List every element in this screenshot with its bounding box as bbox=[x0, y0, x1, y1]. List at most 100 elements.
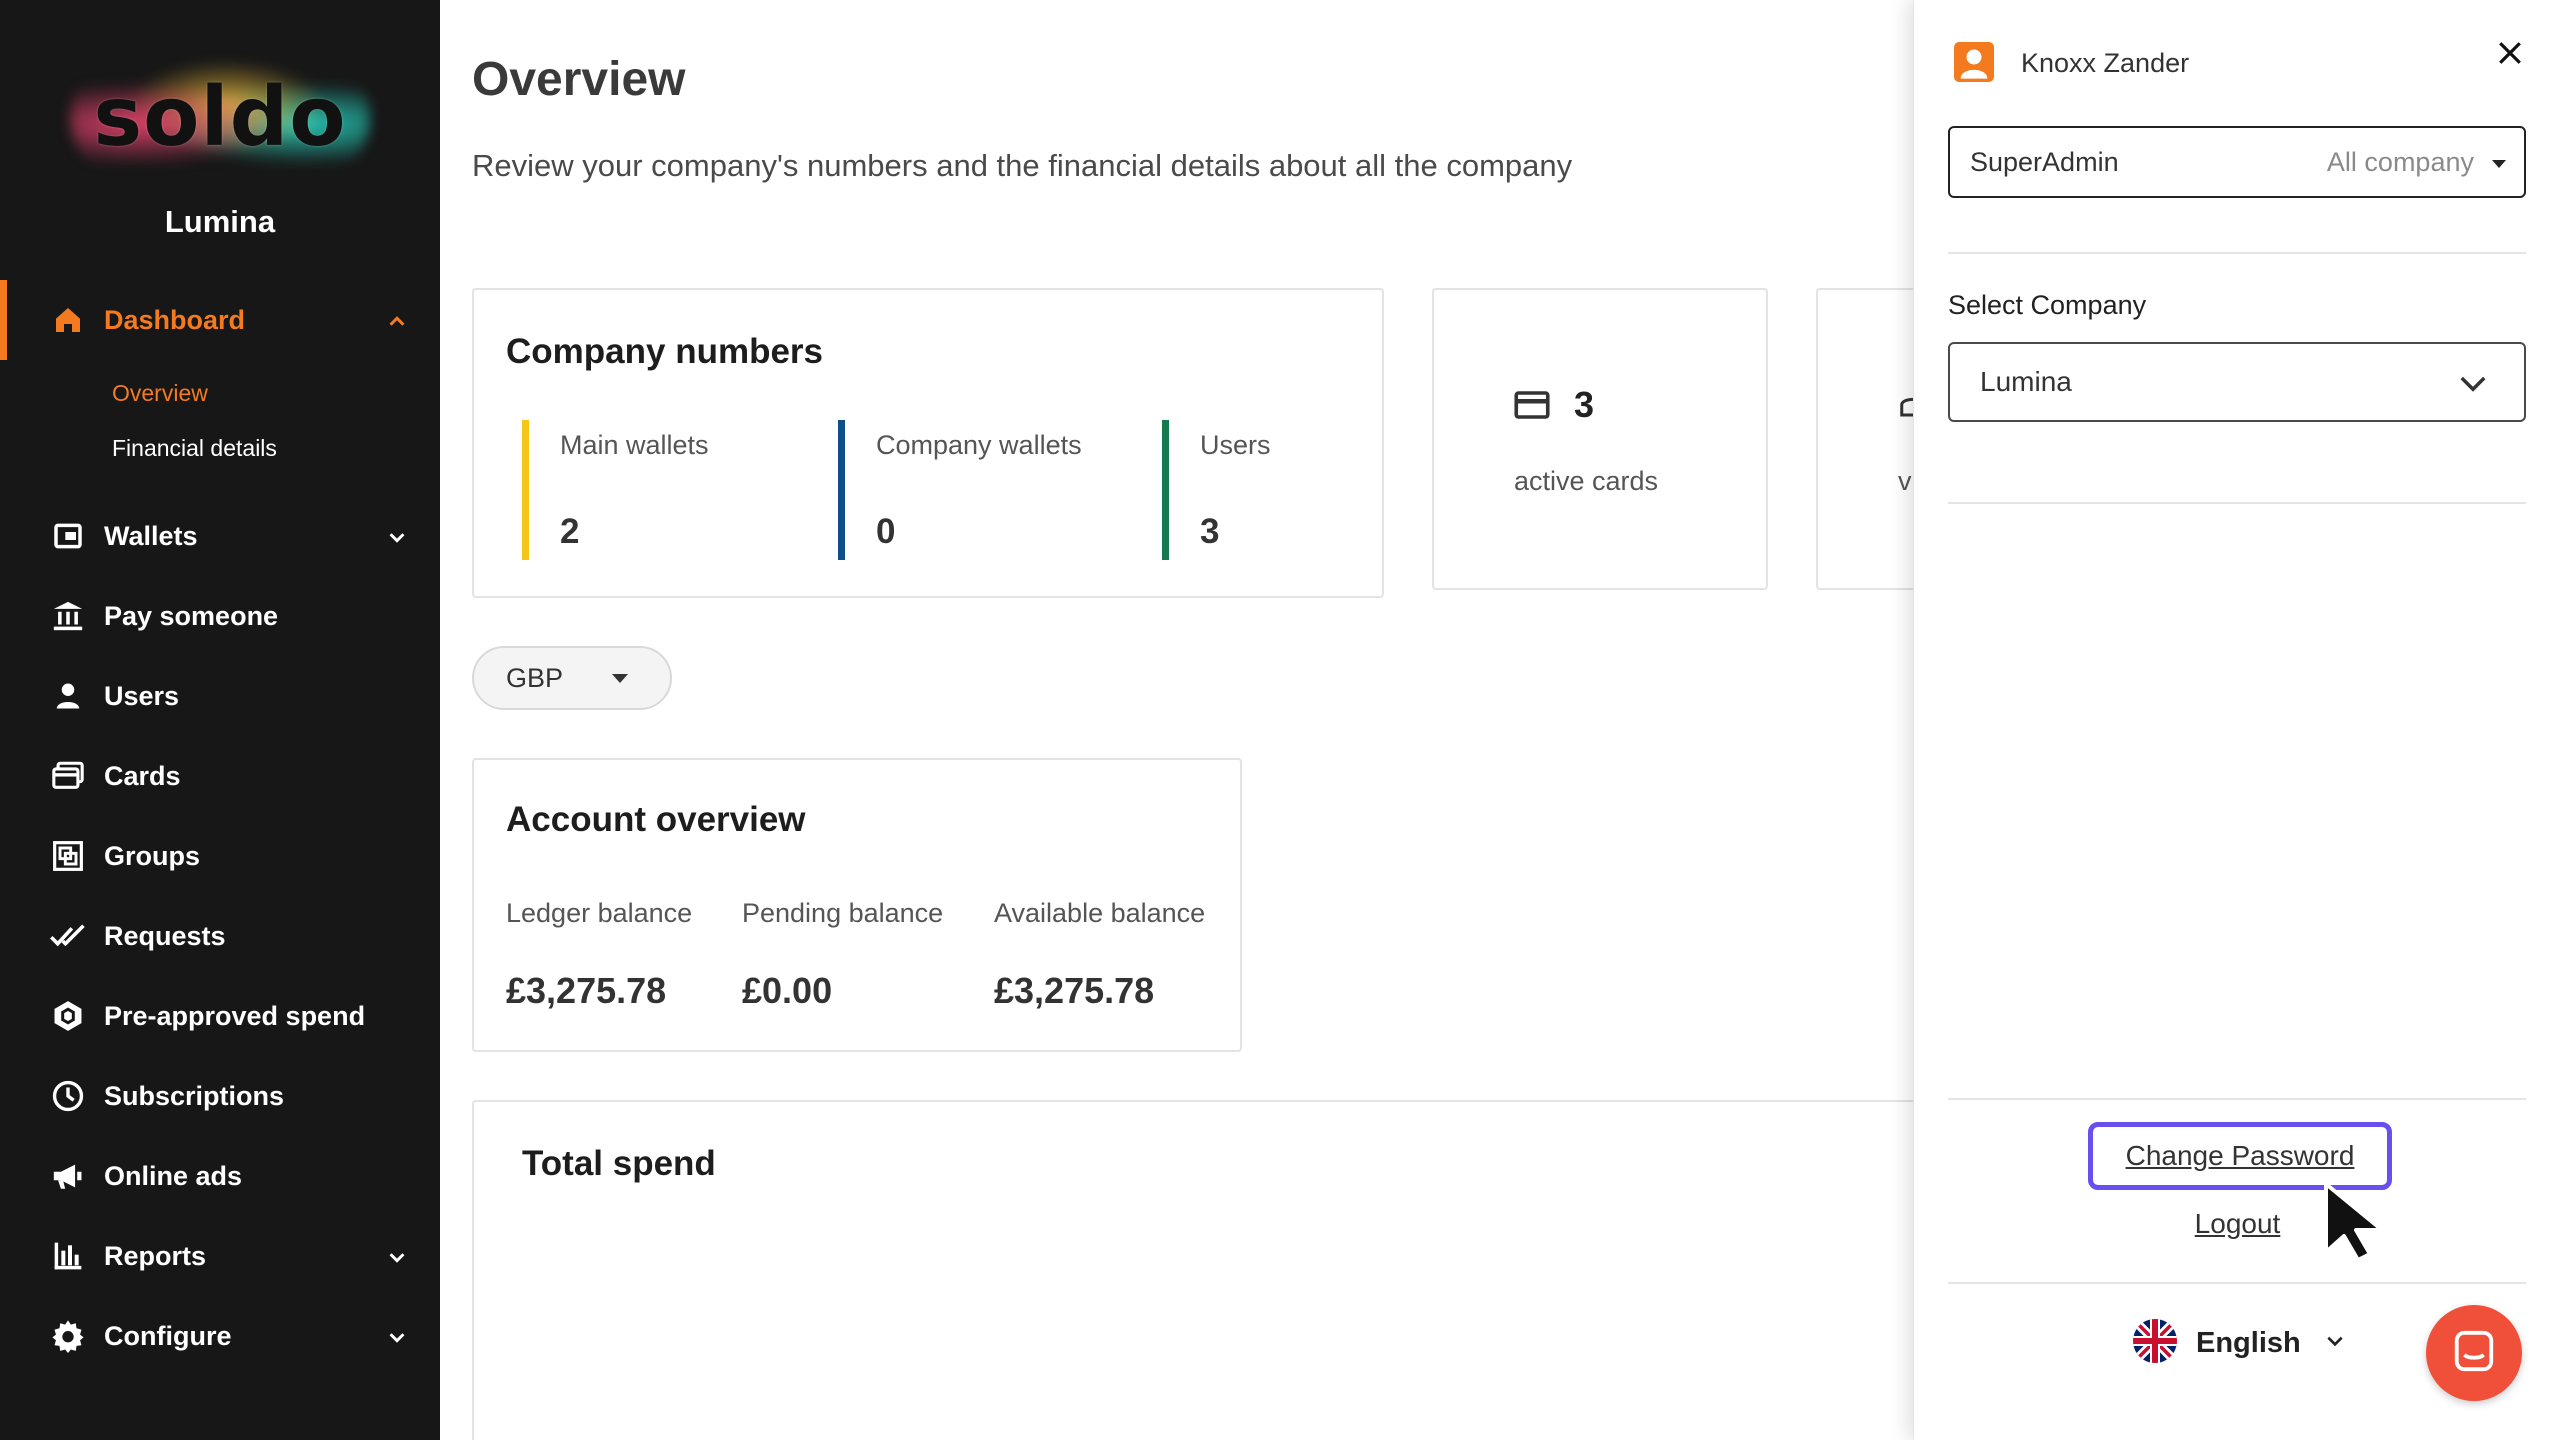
metric-value: 3 bbox=[1200, 512, 1220, 551]
sidebar-item-online-ads[interactable]: Online ads bbox=[48, 1146, 408, 1206]
logout-link[interactable]: Logout bbox=[1914, 1208, 2560, 1240]
card-title: Company numbers bbox=[506, 332, 823, 371]
sidebar-item-label: Wallets bbox=[104, 520, 198, 551]
sidebar-item-label: Cards bbox=[104, 760, 181, 791]
sidebar-item-subscriptions[interactable]: Subscriptions bbox=[48, 1066, 408, 1126]
user-panel: Knoxx Zander SuperAdmin All company Sele… bbox=[1913, 0, 2560, 1440]
user-avatar-icon bbox=[1954, 42, 1994, 82]
user-name: Knoxx Zander bbox=[2021, 48, 2190, 78]
active-cards-count: 3 bbox=[1574, 384, 1595, 425]
gear-icon bbox=[48, 1316, 88, 1356]
sidebar-item-reports[interactable]: Reports bbox=[48, 1226, 408, 1286]
bank-icon bbox=[48, 596, 88, 636]
hexagon-icon bbox=[48, 996, 88, 1036]
sidebar-item-label: Pay someone bbox=[104, 600, 279, 631]
sidebar-item-pre-approved-spend[interactable]: Pre-approved spend bbox=[48, 986, 408, 1046]
divider bbox=[1948, 502, 2526, 504]
currency-select[interactable]: GBP bbox=[472, 646, 672, 710]
chevron-down-icon bbox=[386, 1324, 408, 1355]
active-indicator bbox=[0, 280, 7, 360]
sidebar-item-users[interactable]: Users bbox=[48, 666, 408, 726]
metric-color-bar bbox=[522, 420, 529, 560]
card-title: Account overview bbox=[506, 800, 806, 839]
sidebar-item-wallets[interactable]: Wallets bbox=[48, 506, 408, 566]
chat-icon bbox=[2451, 1328, 2497, 1379]
currency-value: GBP bbox=[506, 662, 564, 693]
uk-flag-icon bbox=[2132, 1318, 2178, 1369]
sidebar-item-configure[interactable]: Configure bbox=[48, 1306, 408, 1366]
caret-down-icon bbox=[2492, 160, 2506, 168]
divider bbox=[1948, 1098, 2526, 1100]
sidebar-item-pay-someone[interactable]: Pay someone bbox=[48, 586, 408, 646]
megaphone-icon bbox=[48, 1156, 88, 1196]
sidebar-item-label: Groups bbox=[104, 840, 201, 871]
groups-icon bbox=[48, 836, 88, 876]
chevron-down-icon bbox=[2458, 372, 2488, 399]
logo-text: soldo bbox=[93, 70, 347, 165]
sidebar-item-label: Online ads bbox=[104, 1160, 243, 1191]
partial-card-label: v bbox=[1898, 466, 1912, 496]
chat-support-button[interactable] bbox=[2426, 1305, 2522, 1401]
company-select-value: Lumina bbox=[1980, 366, 2072, 397]
ledger-balance-value: £3,275.78 bbox=[506, 970, 667, 1011]
sidebar-item-groups[interactable]: Groups bbox=[48, 826, 408, 886]
clock-icon bbox=[48, 1076, 88, 1116]
sidebar-subitem-overview[interactable]: Overview bbox=[112, 380, 208, 407]
bar-chart-icon bbox=[48, 1236, 88, 1276]
role-select[interactable]: SuperAdmin All company bbox=[1948, 126, 2526, 198]
close-icon[interactable] bbox=[2490, 34, 2530, 74]
metric-value: 2 bbox=[560, 512, 580, 551]
sidebar-item-requests[interactable]: Requests bbox=[48, 906, 408, 966]
language-label: English bbox=[2196, 1326, 2301, 1359]
metric-label: Users bbox=[1200, 430, 1271, 460]
company-name: Lumina bbox=[164, 204, 276, 239]
active-cards-card[interactable]: 3 active cards bbox=[1432, 288, 1768, 590]
sidebar-item-label: Reports bbox=[104, 1240, 207, 1271]
metric-company-wallets[interactable]: Company wallets 0 bbox=[838, 420, 1138, 560]
metric-users[interactable]: Users 3 bbox=[1162, 420, 1362, 560]
chevron-down-icon bbox=[386, 1244, 408, 1275]
pending-balance-value: £0.00 bbox=[742, 970, 833, 1011]
metric-value: 0 bbox=[876, 512, 896, 551]
sidebar-item-label: Dashboard bbox=[104, 304, 246, 335]
sidebar-item-label: Configure bbox=[104, 1320, 232, 1351]
sidebar-item-cards[interactable]: Cards bbox=[48, 746, 408, 806]
metric-color-bar bbox=[1162, 420, 1169, 560]
soldo-logo[interactable]: soldo bbox=[70, 58, 370, 178]
chevron-up-icon bbox=[386, 308, 408, 339]
wallet-icon bbox=[48, 516, 88, 556]
sidebar-subitem-financial-details[interactable]: Financial details bbox=[112, 435, 277, 462]
metric-main-wallets[interactable]: Main wallets 2 bbox=[522, 420, 822, 560]
role-scope: All company bbox=[2326, 146, 2474, 177]
language-select[interactable]: English bbox=[2132, 1318, 2345, 1368]
sidebar-item-label: Subscriptions bbox=[104, 1080, 285, 1111]
sidebar-item-label: Requests bbox=[104, 920, 226, 951]
page-title: Overview bbox=[472, 53, 686, 106]
divider bbox=[1948, 252, 2526, 254]
sidebar-item-dashboard[interactable]: Dashboard bbox=[48, 290, 408, 350]
sidebar-item-label: Users bbox=[104, 680, 180, 711]
partial-card[interactable]: v bbox=[1816, 288, 1915, 590]
active-cards-label: active cards bbox=[1514, 466, 1659, 496]
credit-card-icon bbox=[1514, 390, 1550, 425]
card-title: Total spend bbox=[522, 1144, 716, 1183]
cards-icon bbox=[48, 756, 88, 796]
total-spend-card: Total spend bbox=[472, 1100, 1915, 1440]
pending-balance-label: Pending balance bbox=[742, 898, 944, 928]
available-balance-value: £3,275.78 bbox=[994, 970, 1155, 1011]
select-company-label: Select Company bbox=[1948, 290, 2147, 320]
sidebar: soldo Lumina Dashboard Overview Financia… bbox=[0, 0, 440, 1440]
company-numbers-card: Company numbers Main wallets 2 Company w… bbox=[472, 288, 1384, 598]
divider bbox=[1948, 1282, 2526, 1284]
chevron-down-icon bbox=[386, 524, 408, 555]
metric-label: Main wallets bbox=[560, 430, 709, 460]
company-select[interactable]: Lumina bbox=[1948, 342, 2526, 422]
metric-color-bar bbox=[838, 420, 845, 560]
main-content: Overview Review your company's numbers a… bbox=[440, 0, 1915, 1440]
caret-down-icon bbox=[612, 674, 628, 683]
double-check-icon bbox=[48, 916, 88, 956]
sidebar-item-label: Pre-approved spend bbox=[104, 1000, 366, 1031]
metric-label: Company wallets bbox=[876, 430, 1082, 460]
home-icon bbox=[48, 300, 88, 340]
mouse-cursor-icon bbox=[2322, 1180, 2392, 1262]
